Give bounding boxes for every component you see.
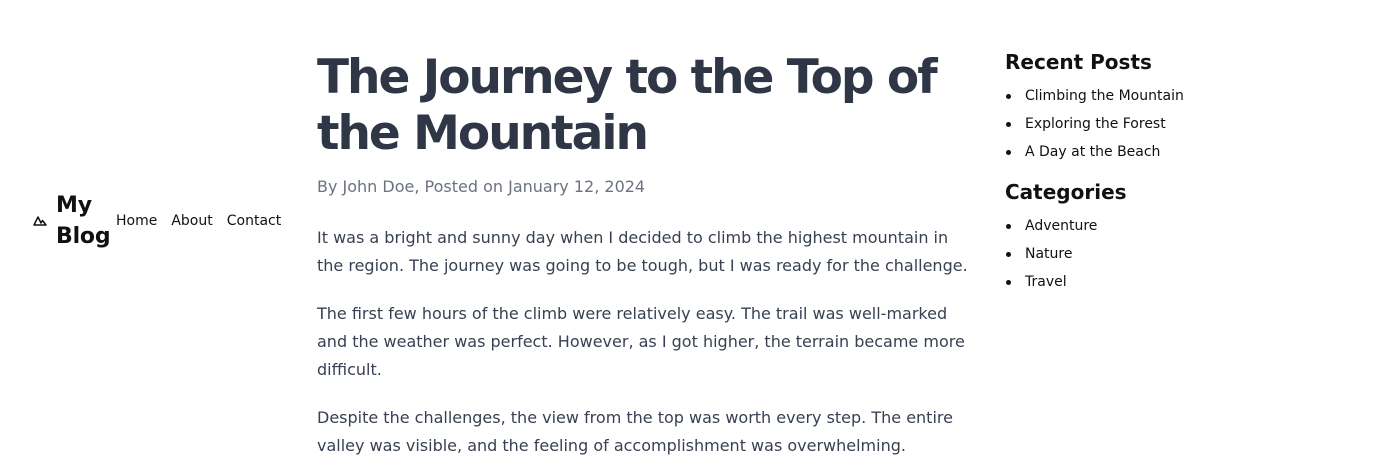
category-item: Nature (1005, 240, 1245, 268)
post-paragraph-1: It was a bright and sunny day when I dec… (317, 228, 968, 275)
post-paragraph-3: Despite the challenges, the view from th… (317, 408, 953, 455)
recent-post-link[interactable]: Climbing the Mountain (1025, 88, 1184, 104)
category-item: Adventure (1005, 212, 1245, 240)
recent-post-link[interactable]: Exploring the Forest (1025, 116, 1166, 132)
post-paragraph-2: The first few hours of the climb were re… (317, 304, 965, 379)
categories-list: Adventure Nature Travel (1005, 212, 1245, 296)
sidebar: Recent Posts Climbing the Mountain Explo… (1005, 50, 1245, 310)
site-header: My Blog Home About Contact (32, 189, 292, 253)
post-byline: By John Doe, Posted on January 12, 2024 (317, 177, 646, 196)
category-item: Travel (1005, 268, 1245, 296)
post-title: The Journey to the Top of the Mountain (317, 50, 938, 161)
nav-contact[interactable]: Contact (227, 212, 281, 230)
main-nav: Home About Contact (116, 212, 295, 230)
recent-post-item: Climbing the Mountain (1005, 82, 1245, 110)
mountain-icon (32, 213, 48, 229)
recent-post-link[interactable]: A Day at the Beach (1025, 144, 1160, 160)
page: My Blog Home About Contact The Journey t… (0, 0, 1376, 472)
category-link[interactable]: Adventure (1025, 218, 1097, 234)
post-body: It was a bright and sunny day when I dec… (317, 224, 977, 460)
category-link[interactable]: Nature (1025, 246, 1072, 262)
recent-posts-list: Climbing the Mountain Exploring the Fore… (1005, 82, 1245, 166)
category-link[interactable]: Travel (1025, 274, 1067, 290)
recent-posts-heading: Recent Posts (1005, 50, 1152, 74)
recent-post-item: Exploring the Forest (1005, 110, 1245, 138)
main-article: The Journey to the Top of the Mountain B… (317, 50, 977, 472)
brand-name: My Blog (56, 193, 111, 249)
nav-about[interactable]: About (171, 212, 212, 230)
categories-heading: Categories (1005, 180, 1127, 204)
nav-home[interactable]: Home (116, 212, 157, 230)
recent-post-item: A Day at the Beach (1005, 138, 1245, 166)
brand-link[interactable]: My Blog (32, 190, 111, 252)
